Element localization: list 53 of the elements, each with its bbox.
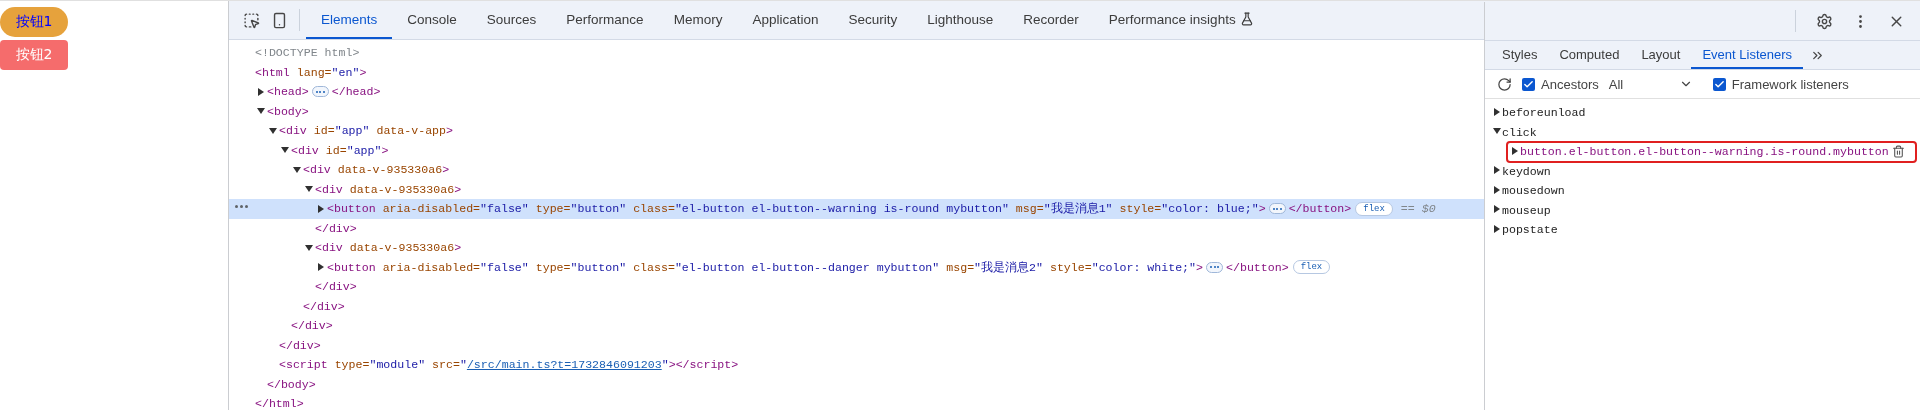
- panel-tab[interactable]: Elements: [306, 1, 393, 39]
- checkbox-label[interactable]: Ancestors: [1541, 76, 1599, 92]
- panel-tab[interactable]: Security: [833, 1, 913, 39]
- code-text: </div>: [279, 338, 321, 352]
- flex-badge[interactable]: flex: [1355, 201, 1393, 216]
- code-text: </div>: [291, 319, 333, 333]
- panel-tab[interactable]: Recorder: [1008, 1, 1094, 39]
- panel-tab[interactable]: Lighthouse: [912, 1, 1009, 39]
- code-text: </body>: [267, 377, 316, 391]
- code-text: <div data-v-935330a6>: [315, 182, 462, 196]
- code-text: "></script>: [661, 358, 739, 372]
- flex-badge[interactable]: flex: [1292, 260, 1331, 275]
- event-name[interactable]: mousedown: [1502, 184, 1565, 198]
- code-text: <body>: [267, 104, 309, 118]
- code-text: </div>: [315, 221, 357, 235]
- code-text: <button aria-disabled="false" type="button" class="el-button el-button--danger mybutton" msg="我是消息2" style="color: white;">: [327, 259, 1203, 275]
- code-text: </head>: [331, 85, 381, 99]
- panel-tab[interactable]: Memory: [658, 1, 738, 39]
- event-name[interactable]: keydown: [1502, 164, 1551, 178]
- selected-row[interactable]: <button aria-disabled="false" type="button" class="el-button el-button--warning is-round mybutton" msg="我是消息1" style="color: blue;"> </button> flex == $0: [229, 199, 1484, 219]
- code-text: <script type="module" src=": [279, 358, 467, 372]
- event-name[interactable]: popstate: [1502, 223, 1558, 237]
- code-text: </html>: [255, 397, 304, 410]
- event-name[interactable]: mouseup: [1502, 203, 1551, 217]
- listener-selector[interactable]: button.el-button.el-button--warning.is-round.mybutton: [1520, 145, 1889, 159]
- sidebar-tab[interactable]: Computed: [1548, 41, 1631, 69]
- event-name[interactable]: beforeunload: [1502, 106, 1586, 120]
- panel-tab[interactable]: Console: [392, 1, 472, 39]
- page-button[interactable]: 按钮1: [0, 7, 68, 37]
- source-link[interactable]: /src/main.ts?t=1732846091203: [466, 358, 662, 372]
- code-text: == $0: [1399, 202, 1436, 216]
- checkbox-label[interactable]: Framework listeners: [1731, 76, 1849, 92]
- event-name[interactable]: click: [1502, 125, 1537, 139]
- code-text: <div data-v-935330a6>: [315, 241, 462, 255]
- code-text: <html lang="en">: [255, 65, 367, 79]
- panel-tab[interactable]: Sources: [471, 1, 552, 39]
- sidebar-tab[interactable]: Layout: [1630, 41, 1692, 69]
- code-text: <!DOCTYPE html>: [255, 46, 360, 60]
- filter-select[interactable]: All: [1608, 76, 1693, 92]
- panel-tab[interactable]: Performance insights: [1093, 1, 1269, 39]
- code-text: <button aria-disabled="false" type="button" class="el-button el-button--warning is-round mybutton" msg="我是消息1" style="color: blue;">: [327, 201, 1266, 217]
- sidebar-tab[interactable]: Event Listeners: [1691, 41, 1804, 69]
- code-text: </button>: [1288, 202, 1352, 216]
- panel-tab[interactable]: Application: [737, 1, 834, 39]
- sidebar-tab[interactable]: Styles: [1491, 41, 1549, 69]
- code-text: <div id="app" data-v-app>: [279, 124, 453, 138]
- panel-tab[interactable]: Performance: [551, 1, 659, 39]
- code-text: <div data-v-935330a6>: [303, 163, 450, 177]
- code-text: </div>: [303, 299, 345, 313]
- code-text: </button>: [1226, 260, 1289, 274]
- code-text: <div id="app">: [291, 143, 389, 157]
- code-text: <head>: [267, 85, 309, 99]
- code-text: </div>: [315, 280, 357, 294]
